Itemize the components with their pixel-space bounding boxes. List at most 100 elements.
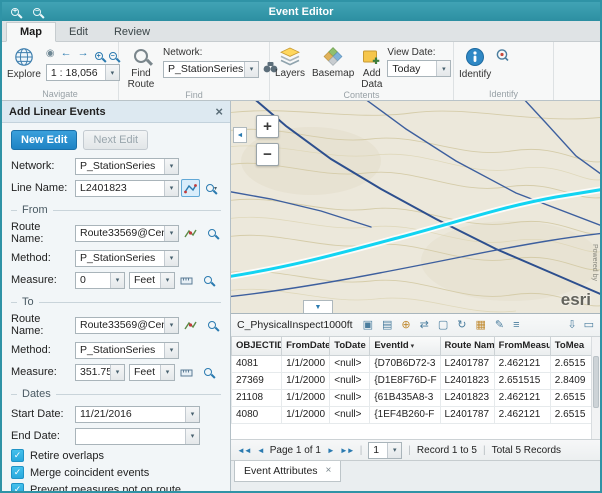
checkbox-checked-icon: ✓ [11, 449, 24, 462]
chevron-down-icon: ▾ [160, 365, 174, 380]
scrollbar-thumb[interactable] [593, 356, 599, 408]
next-edit-button[interactable]: Next Edit [83, 130, 148, 150]
collapse-left-panel-button[interactable]: ◄ [233, 127, 247, 143]
date-filter-icon[interactable]: ▦ [475, 320, 485, 331]
next-extent-icon[interactable]: → [78, 48, 89, 59]
select-line-on-map-icon[interactable] [181, 179, 200, 197]
close-icon[interactable]: × [326, 466, 332, 476]
next-page-icon[interactable]: ► [327, 446, 334, 455]
last-page-icon[interactable]: ►► [340, 446, 354, 455]
map-zoom-in-button[interactable]: + [256, 115, 279, 138]
prev-page-icon[interactable]: ◄ [257, 446, 264, 455]
new-edit-button[interactable]: New Edit [11, 130, 77, 150]
basemap-canvas [231, 101, 600, 313]
basemap-button[interactable]: Basemap [310, 44, 356, 90]
zoom-in-icon[interactable] [8, 5, 22, 19]
end-date-select[interactable]: ▾ [75, 428, 200, 445]
line-name-label: Line Name: [11, 182, 75, 194]
previous-extent-icon[interactable]: ← [61, 48, 72, 59]
to-unit-select[interactable]: Feet ▾ [129, 364, 175, 381]
checkbox-merge-coincident-events[interactable]: ✓ Merge coincident events [11, 466, 221, 479]
from-unit-select[interactable]: Feet ▾ [129, 272, 175, 289]
identify-button[interactable]: Identify [457, 44, 493, 89]
page-select[interactable]: 1 ▾ [368, 442, 402, 459]
to-measure-on-map-icon[interactable] [177, 363, 196, 381]
from-route-select[interactable]: Route33569@Centb ▾ [75, 225, 179, 242]
tab-edit[interactable]: Edit [56, 23, 101, 41]
vertical-scrollbar[interactable] [591, 337, 600, 439]
col-todate[interactable]: ToDate [330, 337, 370, 355]
chevron-down-icon: ▾ [164, 251, 178, 266]
export-icon[interactable]: ⇩ [567, 320, 576, 331]
from-method-select[interactable]: P_StationSeries ▾ [75, 250, 179, 267]
from-select-route-on-map-icon[interactable] [181, 224, 200, 242]
fields-icon[interactable]: ≡ [513, 320, 519, 331]
start-date-select[interactable]: 11/21/2016 ▾ [75, 406, 200, 423]
table-row[interactable]: 40801/1/2000<null>{1EF4B260-FL24017872.4… [232, 406, 601, 423]
clear-selection-icon[interactable]: ▢ [438, 320, 448, 331]
zoom-in-tool-icon[interactable] [95, 45, 103, 63]
tab-review[interactable]: Review [101, 23, 163, 41]
to-select-route-on-map-icon[interactable] [181, 316, 200, 334]
add-data-icon [362, 47, 381, 66]
table-row[interactable]: 40811/1/2000<null>{D70B6D72-3L24017872.4… [232, 355, 601, 372]
bottom-tab-bar: Event Attributes × [231, 460, 600, 491]
tab-map[interactable]: Map [6, 22, 56, 42]
from-measure-select[interactable]: 0 ▾ [75, 272, 125, 289]
from-measure-on-map-icon[interactable] [177, 271, 196, 289]
checkbox-prevent-measures-not-on-route[interactable]: ✓ Prevent measures not on route [11, 483, 221, 491]
add-data-button[interactable]: Add Data [359, 44, 384, 90]
map-view[interactable]: + − ◄ ▼ Powered by esri [231, 101, 600, 313]
close-icon[interactable]: × [215, 105, 223, 118]
refresh-icon[interactable]: ↻ [457, 320, 466, 331]
map-zoom-out-button[interactable]: − [256, 143, 279, 166]
network-ribbon-select[interactable]: P_StationSeries ▾ [163, 61, 259, 78]
col-eventid[interactable]: EventId▾ [370, 337, 440, 355]
zoom-to-selection-icon[interactable]: ⊕ [401, 320, 410, 331]
zoom-out-icon[interactable] [30, 5, 44, 19]
view-date-select[interactable]: Today ▾ [387, 60, 451, 77]
edit-records-icon[interactable]: ✎ [495, 320, 504, 331]
map-zoom-control: + − [256, 115, 279, 166]
from-zoom-to-route-icon[interactable] [202, 224, 221, 242]
to-measure-select[interactable]: 351.75 ▾ [75, 364, 125, 381]
from-route-label: Route Name: [11, 221, 75, 245]
chevron-down-icon: ▾ [164, 318, 178, 333]
first-page-icon[interactable]: ◄◄ [237, 446, 251, 455]
default-extent-icon[interactable]: ◉ [46, 49, 55, 59]
to-route-select[interactable]: Route33569@Centb ▾ [75, 317, 179, 334]
to-method-select[interactable]: P_StationSeries ▾ [75, 342, 179, 359]
col-route-name[interactable]: Route Name [440, 337, 494, 355]
zoom-to-line-icon[interactable]: ▾ [202, 179, 221, 197]
col-frommeasure[interactable]: FromMeasure [494, 337, 550, 355]
checkbox-retire-overlaps[interactable]: ✓ Retire overlaps [11, 449, 221, 462]
tab-event-attributes[interactable]: Event Attributes × [234, 461, 341, 482]
find-route-button[interactable]: Find Route [122, 44, 160, 90]
scale-select[interactable]: 1 : 18,056 ▾ [46, 64, 120, 81]
attribute-table: OBJECTID FromDate ToDate EventId▾ Route … [231, 337, 600, 424]
checkbox-label: Merge coincident events [30, 467, 149, 479]
identify-tool-icon[interactable] [496, 44, 509, 89]
zoom-out-tool-icon[interactable] [109, 45, 117, 63]
layers-button[interactable]: Layers [273, 44, 307, 90]
explore-button[interactable]: Explore [5, 44, 43, 89]
spacer-tool [181, 157, 200, 175]
show-selection-icon[interactable]: ▣ [363, 320, 373, 331]
table-row[interactable]: 211081/1/2000<null>{61B435A8-3L24018232.… [232, 389, 601, 406]
table-row[interactable]: 273691/1/2000<null>{D1E8F76D-FL24018232.… [232, 372, 601, 389]
line-name-select[interactable]: L2401823 ▾ [75, 180, 179, 197]
chevron-down-icon: ▾ [185, 429, 199, 444]
col-fromdate[interactable]: FromDate [282, 337, 330, 355]
col-objectid[interactable]: OBJECTID [232, 337, 282, 355]
to-zoom-to-route-icon[interactable] [202, 316, 221, 334]
chevron-down-icon: ▾ [436, 61, 450, 76]
collapse-table-button[interactable]: ▼ [303, 300, 333, 313]
from-zoom-to-measure-icon[interactable] [198, 271, 217, 289]
switch-selection-icon[interactable]: ⇄ [420, 320, 429, 331]
dock-panel-icon[interactable]: ▭ [584, 320, 594, 331]
table-view-icon[interactable]: ▤ [382, 320, 392, 331]
record-total: Total 5 Records [492, 445, 561, 456]
checkbox-label: Retire overlaps [30, 450, 104, 462]
network-select[interactable]: P_StationSeries ▾ [75, 158, 179, 175]
to-zoom-to-measure-icon[interactable] [198, 363, 217, 381]
